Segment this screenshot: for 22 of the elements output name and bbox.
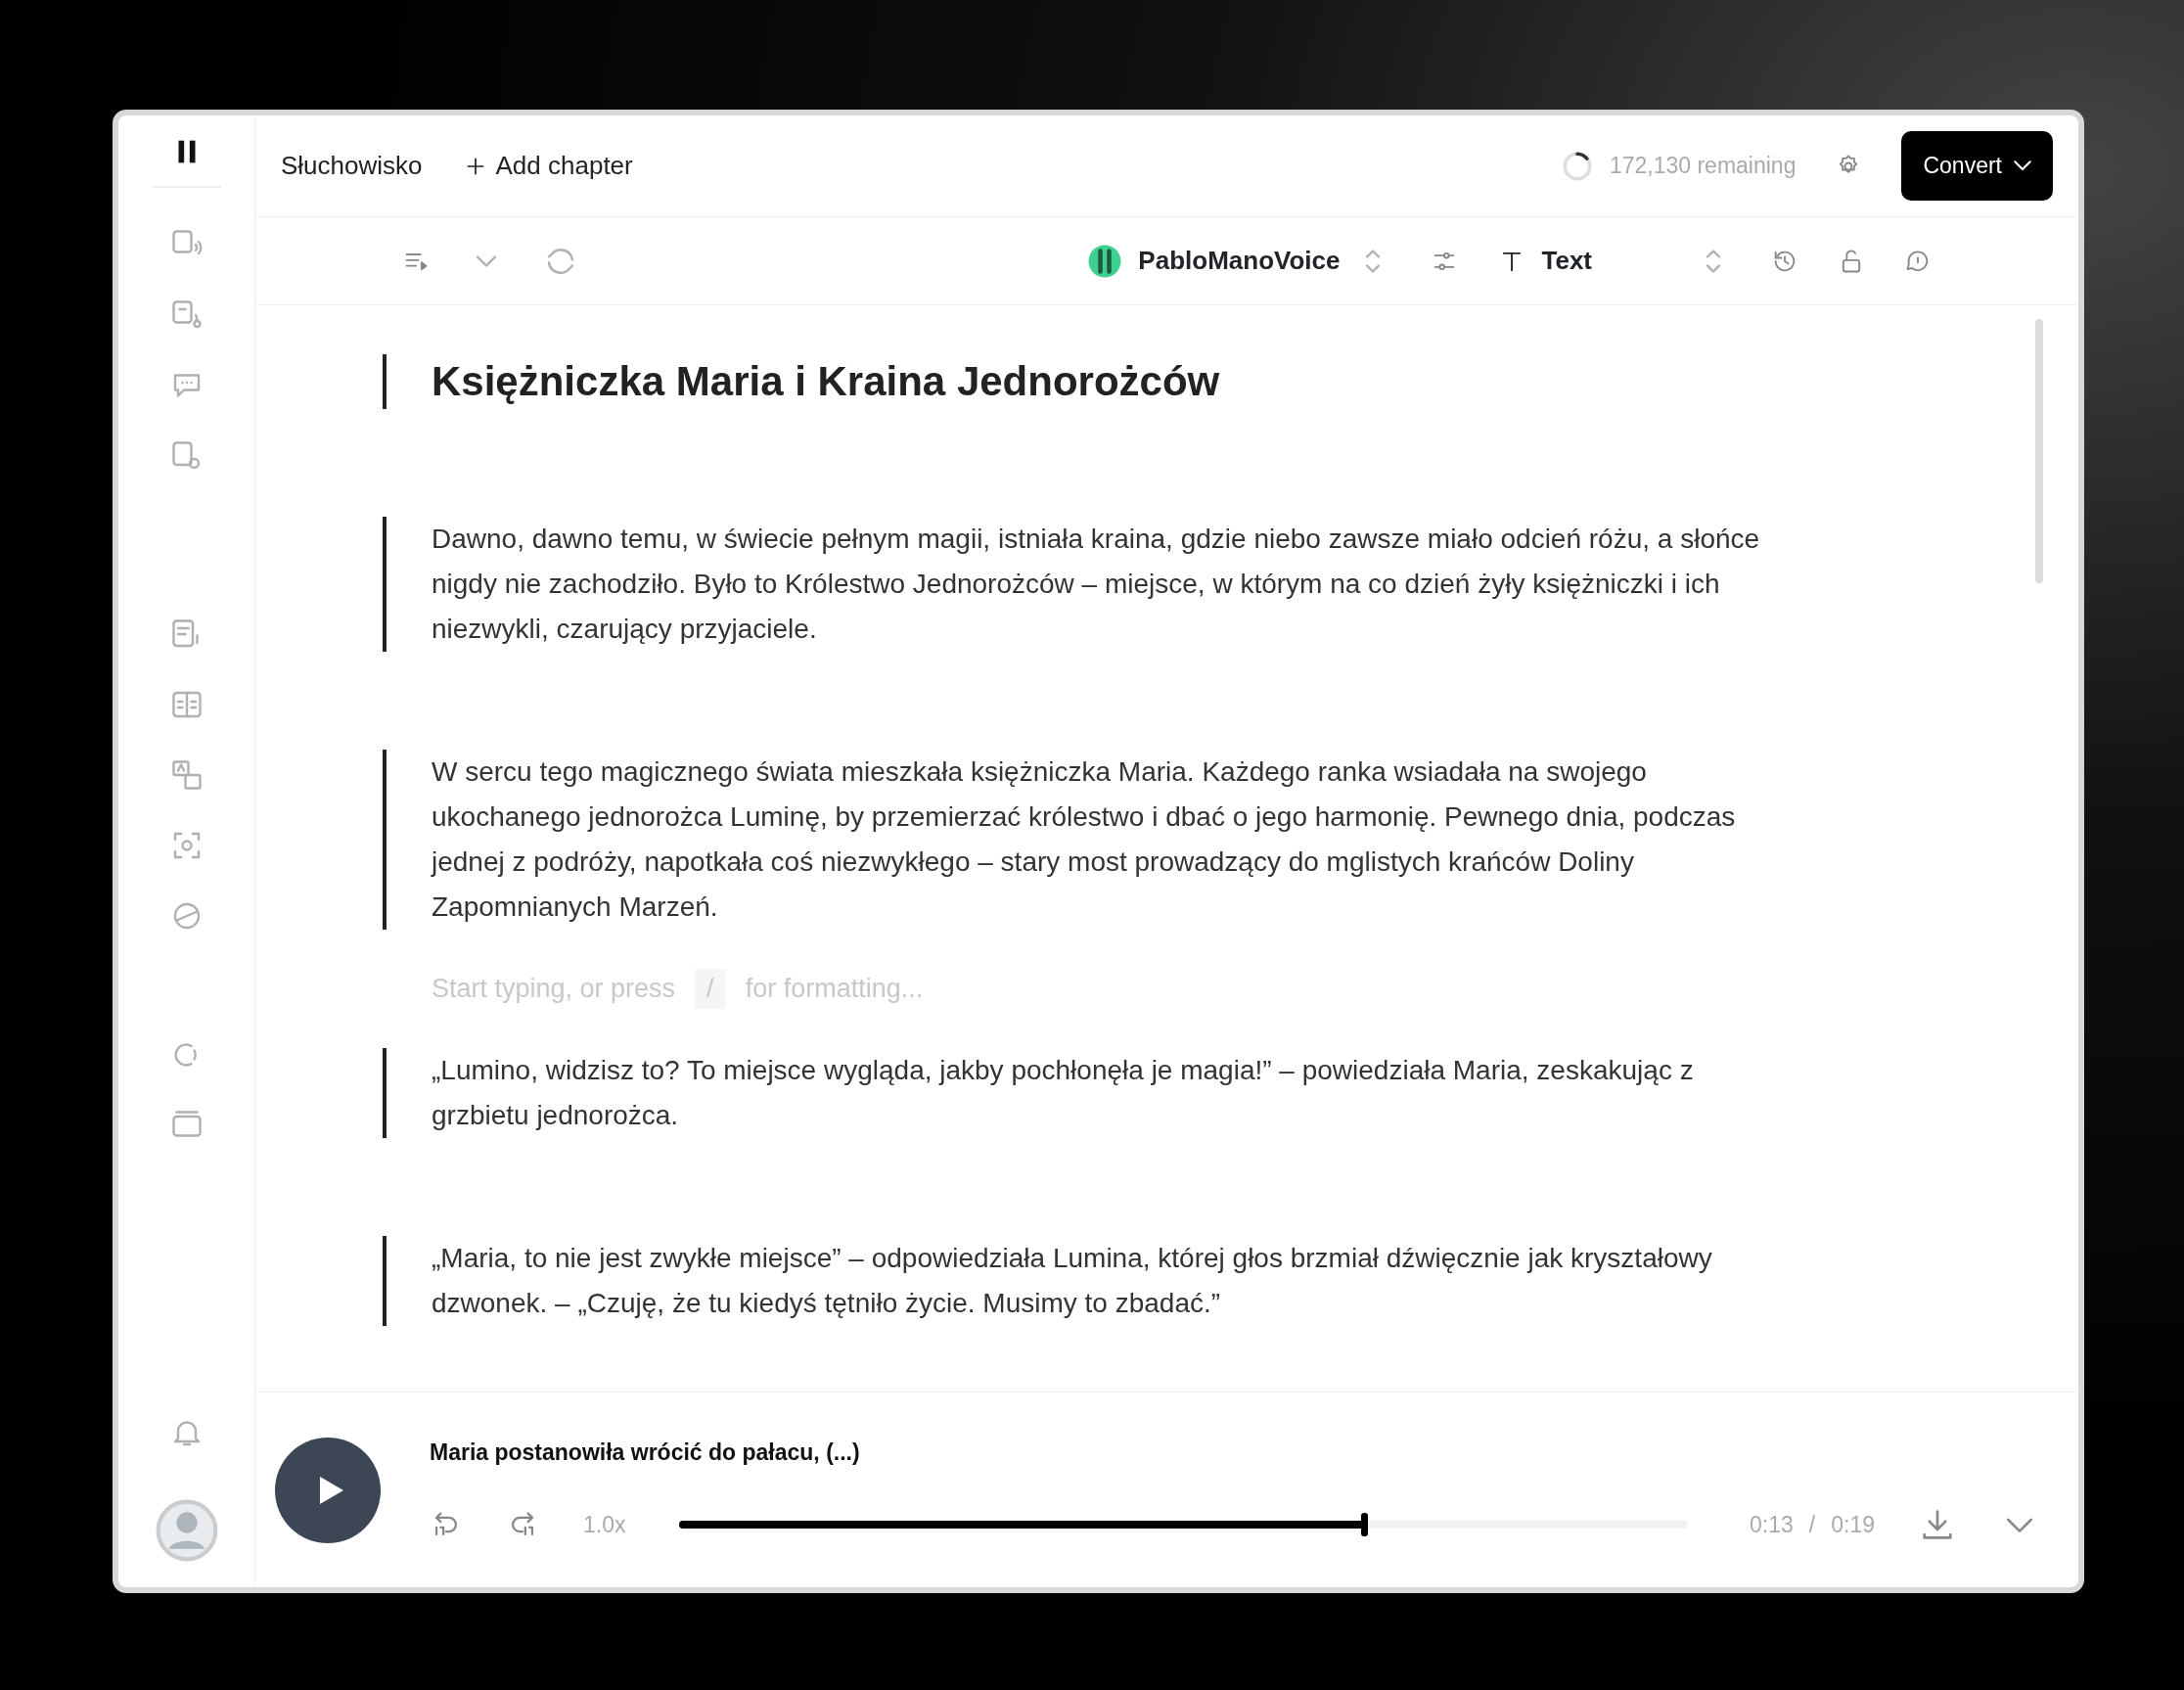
- block-marker: [383, 354, 387, 409]
- time-separator: /: [1808, 1510, 1816, 1539]
- progress-handle[interactable]: [1360, 1512, 1368, 1536]
- convert-button[interactable]: Convert: [1901, 131, 2053, 201]
- now-playing-title: Maria postanowiła wrócić do pałacu, (...): [430, 1439, 861, 1468]
- elapsed-time: 0:13: [1750, 1510, 1794, 1539]
- voice-avatar-icon: [1087, 243, 1123, 279]
- chevron-down-icon: [2014, 160, 2031, 171]
- voice-selector[interactable]: PabloManoVoice: [1086, 241, 1392, 281]
- add-chapter-button[interactable]: Add chapter: [461, 146, 634, 186]
- project-title[interactable]: Słuchowisko: [281, 147, 423, 185]
- paragraph: Dawno, dawno temu, w świecie pełnym magii, istniała kraina, gdzie niebo zawsze miało odcień różu, a słońce nigdy nie zachodziło. Było to Królestwo Jednorożców – miejsce, w którym na co dzień żyły księżniczki i ich niezwykli, czarujący przyjaciele.: [432, 523, 1761, 646]
- paragraph: „Maria, to nie jest zwykłe miejsce” – odpowiedziała Lumina, której głos brzmiał dźwięcznie jak kryształowy dzwonek. – „Czuję, że tu kiedyś tętniło życie. Musimy to zbadać.”: [432, 1241, 1713, 1320]
- paragraph: „Lumino, widzisz to? To miejsce wygląda, jakby pochłonęła je magia!” – powiedziała Maria, zeskakując z grzbietu jednorożca.: [432, 1053, 1695, 1132]
- text-mode-selector[interactable]: Text: [1497, 241, 1732, 281]
- avatar[interactable]: [155, 1499, 218, 1562]
- slash-key: /: [695, 969, 726, 1009]
- total-time: 0:19: [1831, 1510, 1875, 1539]
- scrollbar[interactable]: [2035, 319, 2043, 583]
- paragraph: W sercu tego magicznego świata mieszkała księżniczka Maria. Każdego ranka wsiadała na swojego ukochanego jednorożca Luminę, by przemierzać królestwo i dbać o jego harmonię. Pewnego dnia, podczas jednej z podróży, napotkała coś niezwykłego – stary most prowadzący do mglistych krańców Doliny Zapomnianych Marzeń.: [432, 755, 1737, 924]
- remaining-count: 172,130 remaining: [1609, 152, 1797, 181]
- chapter-title: Księżniczka Maria i Kraina Jednorożców: [432, 357, 1220, 406]
